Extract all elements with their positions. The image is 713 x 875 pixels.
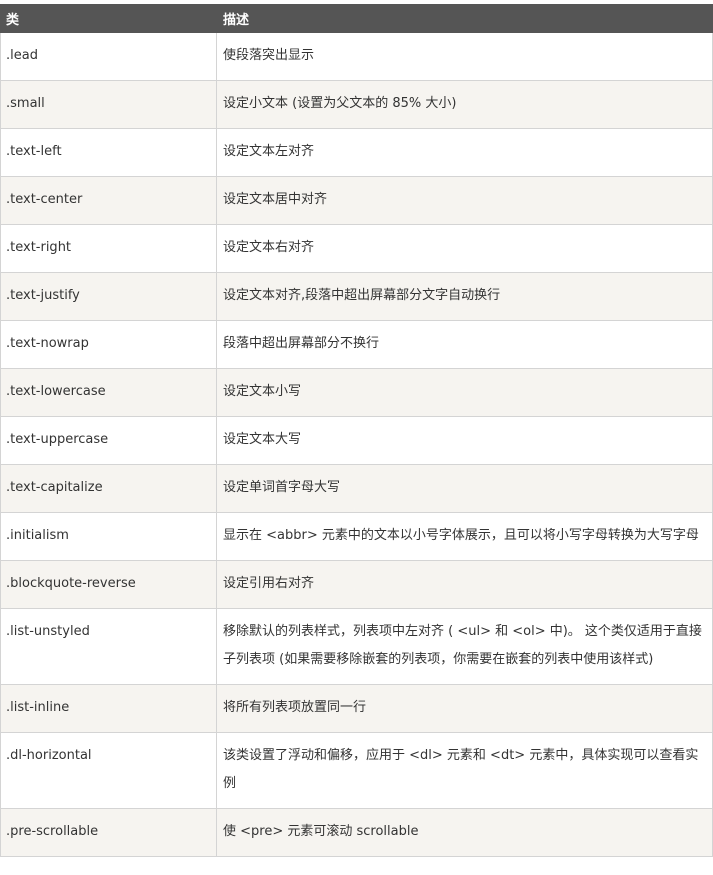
table-row: .text-right 设定文本右对齐: [0, 224, 713, 273]
description-cell: 设定文本小写: [216, 368, 713, 417]
description-cell: 设定小文本 (设置为父文本的 85% 大小): [216, 80, 713, 129]
table-row: .lead 使段落突出显示: [0, 32, 713, 81]
description-cell: 使段落突出显示: [216, 32, 713, 81]
description-cell: 设定文本左对齐: [216, 128, 713, 177]
class-name-cell: .pre-scrollable: [0, 808, 217, 857]
description-cell: 将所有列表项放置同一行: [216, 684, 713, 733]
class-name-cell: .list-unstyled: [0, 608, 217, 685]
table-row: .text-center 设定文本居中对齐: [0, 176, 713, 225]
description-cell: 使 <pre> 元素可滚动 scrollable: [216, 808, 713, 857]
table-row: .initialism 显示在 <abbr> 元素中的文本以小号字体展示，且可以…: [0, 512, 713, 561]
description-cell: 设定文本大写: [216, 416, 713, 465]
class-name-cell: .text-capitalize: [0, 464, 217, 513]
class-name-cell: .text-center: [0, 176, 217, 225]
header-class: 类: [0, 4, 217, 33]
class-name-cell: .initialism: [0, 512, 217, 561]
table-row: .text-nowrap 段落中超出屏幕部分不换行: [0, 320, 713, 369]
table-row: .text-left 设定文本左对齐: [0, 128, 713, 177]
class-name-cell: .text-lowercase: [0, 368, 217, 417]
class-name-cell: .text-justify: [0, 272, 217, 321]
class-name-cell: .text-left: [0, 128, 217, 177]
table-row: .text-justify 设定文本对齐,段落中超出屏幕部分文字自动换行: [0, 272, 713, 321]
table-row: .pre-scrollable 使 <pre> 元素可滚动 scrollable: [0, 808, 713, 857]
table-row: .small 设定小文本 (设置为父文本的 85% 大小): [0, 80, 713, 129]
description-cell: 设定文本对齐,段落中超出屏幕部分文字自动换行: [216, 272, 713, 321]
class-name-cell: .text-uppercase: [0, 416, 217, 465]
class-name-cell: .text-right: [0, 224, 217, 273]
description-cell: 段落中超出屏幕部分不换行: [216, 320, 713, 369]
table-row: .text-capitalize 设定单词首字母大写: [0, 464, 713, 513]
description-cell: 设定引用右对齐: [216, 560, 713, 609]
description-cell: 设定单词首字母大写: [216, 464, 713, 513]
class-name-cell: .lead: [0, 32, 217, 81]
class-name-cell: .dl-horizontal: [0, 732, 217, 809]
class-name-cell: .text-nowrap: [0, 320, 217, 369]
description-cell: 移除默认的列表样式，列表项中左对齐 ( <ul> 和 <ol> 中)。 这个类仅…: [216, 608, 713, 685]
css-class-reference-table: 类 描述 .lead 使段落突出显示 .small 设定小文本 (设置为父文本的…: [0, 4, 713, 857]
table-row: .list-unstyled 移除默认的列表样式，列表项中左对齐 ( <ul> …: [0, 608, 713, 685]
class-name-cell: .blockquote-reverse: [0, 560, 217, 609]
table-row: .text-lowercase 设定文本小写: [0, 368, 713, 417]
header-row: 类 描述: [0, 4, 713, 33]
table-header: 类 描述: [0, 4, 713, 33]
class-name-cell: .list-inline: [0, 684, 217, 733]
description-cell: 设定文本居中对齐: [216, 176, 713, 225]
description-cell: 该类设置了浮动和偏移，应用于 <dl> 元素和 <dt> 元素中，具体实现可以查…: [216, 732, 713, 809]
table-body: .lead 使段落突出显示 .small 设定小文本 (设置为父文本的 85% …: [0, 32, 713, 857]
table-row: .list-inline 将所有列表项放置同一行: [0, 684, 713, 733]
class-name-cell: .small: [0, 80, 217, 129]
reference-table-container: 类 描述 .lead 使段落突出显示 .small 设定小文本 (设置为父文本的…: [0, 4, 713, 857]
table-row: .dl-horizontal 该类设置了浮动和偏移，应用于 <dl> 元素和 <…: [0, 732, 713, 809]
table-row: .text-uppercase 设定文本大写: [0, 416, 713, 465]
description-cell: 设定文本右对齐: [216, 224, 713, 273]
description-cell: 显示在 <abbr> 元素中的文本以小号字体展示，且可以将小写字母转换为大写字母: [216, 512, 713, 561]
table-row: .blockquote-reverse 设定引用右对齐: [0, 560, 713, 609]
header-description: 描述: [216, 4, 713, 33]
